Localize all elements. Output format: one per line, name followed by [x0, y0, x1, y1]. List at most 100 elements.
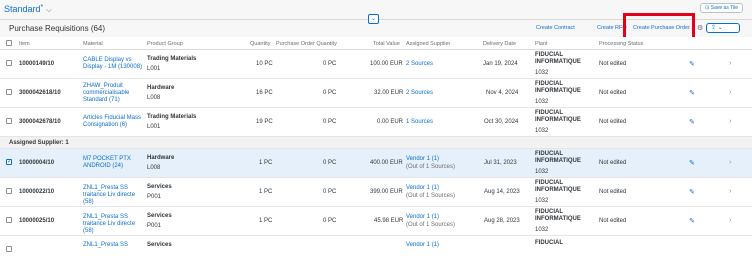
variant-selector[interactable]: Standard* ⌵	[4, 4, 52, 15]
item-number: 3000042618/10	[19, 90, 61, 96]
table-header-row: Item Material Product Group Quantity Pur…	[0, 37, 752, 50]
navigate-chevron-icon[interactable]: ›	[729, 89, 731, 96]
row-checkbox[interactable]	[6, 246, 12, 252]
delivery-date: Jan 19, 2024	[483, 61, 518, 67]
table-row[interactable]: ZNL1_Presta SS Services Vendor 1 (1) FID…	[0, 236, 752, 258]
delivery-date: Jul 31, 2023	[484, 160, 517, 166]
item-number: 10000004/10	[19, 160, 55, 166]
material-link[interactable]: CABLE Display vs Display - 1M (130008)	[83, 57, 143, 71]
edit-pencil-icon[interactable]: ✎	[689, 188, 695, 196]
plant-name: FIDUCIAL INFORMATIQUE	[535, 180, 581, 193]
supplier-link[interactable]: Vendor 1 (1)	[406, 185, 439, 192]
material-link[interactable]: ZNL1_Presta SS traitance Liv directe (58…	[83, 214, 143, 235]
create-contract-button[interactable]: Create Contract	[536, 25, 575, 31]
po-quantity: 0 PC	[323, 160, 337, 166]
export-menu-button[interactable]: ⇪ ⌄	[706, 23, 740, 33]
item-number: 3000042678/10	[19, 119, 61, 125]
col-header-material[interactable]: Material	[83, 41, 103, 47]
chevron-down-icon: ⌵	[46, 7, 52, 14]
navigate-chevron-icon[interactable]: ›	[729, 217, 731, 224]
row-checkbox[interactable]	[6, 158, 12, 165]
variant-dirty-star: *	[40, 4, 44, 11]
processing-status: Not edited	[599, 61, 627, 67]
row-checkbox[interactable]	[6, 217, 12, 223]
col-header-po-quantity[interactable]: Purchase Order Quantity	[276, 41, 337, 47]
variant-title: Standard	[4, 4, 41, 14]
table-row[interactable]: 10000025/10 ZNL1_Presta SS traitance Liv…	[0, 207, 752, 236]
col-header-total-value[interactable]: Total Value	[373, 41, 400, 47]
col-header-item[interactable]: Item	[19, 41, 30, 47]
po-quantity: 0 PC	[323, 189, 337, 195]
supplier-link[interactable]: 2 Sources	[406, 90, 433, 97]
material-link[interactable]: ZNL1_Presta SS	[83, 242, 128, 249]
plant-name: FIDUCIAL INFORMATIQUE	[535, 151, 581, 164]
row-checkbox[interactable]	[6, 60, 12, 66]
edit-pencil-icon[interactable]: ✎	[689, 159, 695, 167]
product-group-code: L008	[147, 95, 161, 101]
navigate-chevron-icon[interactable]: ›	[729, 60, 731, 67]
plant-code: 1032	[535, 70, 549, 76]
row-checkbox[interactable]	[6, 89, 12, 95]
col-header-quantity[interactable]: Quantity	[250, 41, 270, 47]
po-quantity: 0 PC	[323, 90, 337, 96]
table-row[interactable]: 10000022/10 ZNL1_Presta SS traitance Liv…	[0, 178, 752, 207]
supplier-link[interactable]: 1 Sources	[406, 119, 433, 126]
edit-pencil-icon[interactable]: ✎	[689, 118, 695, 126]
total-value: 32.00 EUR	[374, 90, 404, 96]
navigate-chevron-icon[interactable]: ›	[729, 188, 731, 195]
supplier-sources-note: (Out of 1 Sources)	[406, 222, 456, 228]
processing-status: Not edited	[599, 160, 627, 166]
col-header-processing-status[interactable]: Processing Status	[599, 41, 643, 47]
navigate-chevron-icon[interactable]: ›	[729, 118, 731, 125]
edit-pencil-icon[interactable]: ✎	[689, 60, 695, 68]
processing-status: Not edited	[599, 218, 627, 224]
plant-name: FIDUCIAL INFORMATIQUE	[535, 209, 581, 222]
col-header-delivery-date[interactable]: Delivery Date	[483, 41, 516, 47]
supplier-sources-note: (Out of 1 Sources)	[406, 164, 456, 170]
supplier-link[interactable]: Vendor 1 (1)	[406, 156, 439, 163]
po-quantity: 0 PC	[323, 218, 337, 224]
table-row[interactable]: 3000042618/10 ZHAW_Produit commercialisa…	[0, 79, 752, 108]
supplier-link[interactable]: Vendor 1 (1)	[406, 242, 439, 249]
product-group-name: Trading Materials	[147, 114, 197, 120]
total-value: 399.00 EUR	[370, 189, 403, 195]
row-checkbox[interactable]	[6, 118, 12, 124]
table-row[interactable]: 10000004/10 M7 POCKET PTX ANDROID (24) H…	[0, 149, 752, 178]
quantity: 10 PC	[256, 61, 273, 67]
col-header-assigned-supplier[interactable]: Assigned Supplier	[406, 41, 450, 47]
plant-name: FIDUCIAL INFORMATIQUE	[535, 81, 581, 94]
collapse-header-button[interactable]: ⌄	[368, 14, 379, 24]
settings-gear-icon[interactable]: ⚙	[697, 24, 703, 32]
row-checkbox[interactable]	[6, 188, 12, 194]
material-link[interactable]: ZNL1_Presta SS traitance Liv directe (58…	[83, 185, 143, 206]
product-group-name: Hardware	[147, 155, 175, 161]
edit-pencil-icon[interactable]: ✎	[689, 89, 695, 97]
supplier-link[interactable]: Vendor 1 (1)	[406, 214, 439, 221]
col-header-plant[interactable]: Plant	[535, 41, 548, 47]
plant-code: 1032	[535, 198, 549, 204]
po-quantity: 0 PC	[323, 119, 337, 125]
po-quantity: 0 PC	[323, 61, 337, 67]
delivery-date: Aug 28, 2023	[484, 218, 520, 224]
col-header-product-group[interactable]: Product Group	[147, 41, 183, 47]
material-link[interactable]: M7 POCKET PTX ANDROID (24)	[83, 156, 143, 170]
chevron-down-icon: ⌄	[370, 16, 377, 22]
navigate-chevron-icon[interactable]: ›	[729, 159, 731, 166]
edit-pencil-icon[interactable]: ✎	[689, 217, 695, 225]
table-row[interactable]: 3000042678/10 Articles Fiducial Mass Con…	[0, 108, 752, 137]
table-row[interactable]: 10000149/10 CABLE Display vs Display - 1…	[0, 50, 752, 79]
item-number: 10000149/10	[19, 61, 55, 67]
product-group-code: L001	[147, 124, 161, 130]
product-group-code: L008	[147, 165, 161, 171]
supplier-link[interactable]: 2 Sources	[406, 61, 433, 68]
item-number: 10000025/10	[19, 218, 55, 224]
total-value: 400.00 EUR	[370, 160, 403, 166]
supplier-sources-note: (Out of 1 Sources)	[406, 193, 456, 199]
material-link[interactable]: Articles Fiducial Mass Consignation (6)	[83, 115, 143, 129]
save-as-tile-button[interactable]: ⊡ Save as Tile	[700, 3, 743, 13]
select-all-checkbox[interactable]	[6, 40, 12, 46]
save-tile-icon: ⊡	[705, 5, 710, 11]
plant-code: 1032	[535, 128, 549, 134]
group-label: Assigned Supplier: 1	[9, 140, 69, 146]
material-link[interactable]: ZHAW_Produit commercialisable Standard (…	[83, 83, 143, 104]
